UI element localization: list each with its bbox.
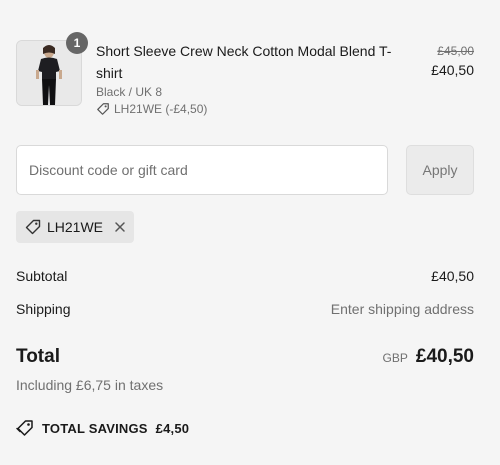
remove-discount-button[interactable] (114, 221, 126, 233)
total-savings: TOTAL SAVINGS £4,50 (16, 419, 189, 437)
product-discount: LH21WE (-£4,50) (96, 102, 406, 116)
product-prices: £45,00 £40,50 (431, 44, 474, 78)
subtotal-label: Subtotal (16, 268, 68, 284)
apply-button[interactable]: Apply (406, 145, 474, 195)
total-row: Total GBP £40,50 (16, 346, 474, 368)
product-title: Short Sleeve Crew Neck Cotton Modal Blen… (96, 43, 392, 81)
applied-discount-code: LH21WE (47, 219, 104, 235)
total-label: Total (16, 346, 60, 367)
shipping-value: Enter shipping address (330, 301, 474, 317)
discounted-price: £40,50 (431, 62, 474, 78)
quantity-badge: 1 (66, 32, 88, 54)
product-variant: Black / UK 8 (96, 85, 163, 99)
line-item: 1 Short Sleeve Crew Neck Cotton Modal Bl… (16, 32, 474, 120)
close-icon (115, 222, 125, 232)
subtotal-value: £40,50 (431, 268, 474, 284)
savings-tag-icon (16, 420, 33, 436)
discount-form: Apply (16, 145, 474, 197)
applied-discount-chip: LH21WE (16, 211, 134, 243)
savings-label: TOTAL SAVINGS (42, 420, 148, 436)
tag-icon (25, 219, 41, 235)
product-thumbnail-wrapper: 1 (16, 32, 88, 106)
currency-code: GBP (382, 351, 408, 365)
tag-icon (97, 103, 109, 115)
product-discount-text: LH21WE (-£4,50) (114, 102, 208, 116)
discount-code-input[interactable] (16, 145, 388, 195)
taxes-note: Including £6,75 in taxes (16, 377, 164, 393)
original-price: £45,00 (437, 44, 474, 58)
shipping-label: Shipping (16, 301, 71, 317)
savings-value: £4,50 (155, 420, 190, 436)
total-amount-group: GBP £40,50 (383, 346, 474, 368)
total-value: £40,50 (415, 346, 474, 367)
subtotal-row: Subtotal £40,50 (16, 268, 474, 284)
shipping-row: Shipping Enter shipping address (16, 301, 474, 317)
product-info: Short Sleeve Crew Neck Cotton Modal Blen… (96, 40, 406, 116)
